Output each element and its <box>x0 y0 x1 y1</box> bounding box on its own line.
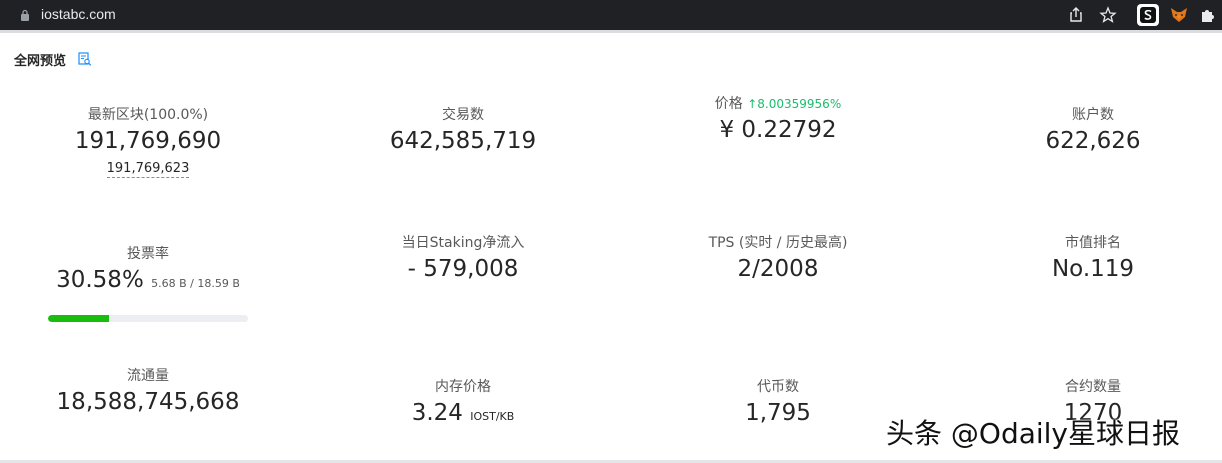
latest-block-value: 191,769,690 <box>74 128 222 154</box>
staking-inflow-label: 当日Staking净流入 <box>401 235 525 251</box>
tps-stat: TPS (实时 / 历史最高) 2/2008 <box>628 233 928 285</box>
accounts-value: 622,626 <box>1045 128 1141 154</box>
tps-value: 2/2008 <box>737 256 819 282</box>
circulating-supply-value: 18,588,745,668 <box>56 389 240 415</box>
price-stat: 价格 ↑8.00359956% ¥ 0.22792 <box>628 94 928 146</box>
market-rank-label: 市值排名 <box>1065 235 1121 251</box>
extension-s-icon[interactable] <box>1137 4 1159 26</box>
market-rank-value: No.119 <box>1051 256 1135 282</box>
tokens-stat: 代币数 1,795 <box>628 377 928 429</box>
vote-rate-progress-fill <box>48 315 110 322</box>
vote-rate-row: 30.58% 5.68 B / 18.59 B <box>0 264 298 296</box>
report-search-icon[interactable] <box>78 52 92 66</box>
metamask-fox-icon[interactable] <box>1168 4 1190 26</box>
ram-price-label: 内存价格 <box>435 379 491 395</box>
irreversible-block-link[interactable]: 191,769,623 <box>106 161 190 178</box>
vote-rate-detail: 5.68 B / 18.59 B <box>151 277 240 290</box>
price-label: 价格 <box>714 96 743 112</box>
vote-rate-stat: 投票率 30.58% 5.68 B / 18.59 B <box>0 244 298 296</box>
browser-address-bar: iostabc.com <box>0 0 1222 30</box>
staking-inflow-value: - 579,008 <box>407 256 519 282</box>
contracts-label: 合约数量 <box>1065 379 1121 395</box>
market-rank-stat: 市值排名 No.119 <box>943 233 1222 285</box>
share-icon[interactable] <box>1066 5 1086 25</box>
tokens-label: 代币数 <box>757 379 799 395</box>
section-title: 全网预览 <box>14 54 67 69</box>
price-change: ↑8.00359956% <box>747 97 842 111</box>
vote-rate-progress-bar <box>48 315 248 322</box>
url-text[interactable]: iostabc.com <box>41 6 116 22</box>
transactions-value: 642,585,719 <box>389 128 537 154</box>
vote-rate-value: 30.58% <box>56 267 144 293</box>
ram-price-value: 3.24 <box>411 400 463 426</box>
vote-rate-label: 投票率 <box>127 246 169 262</box>
transactions-stat: 交易数 642,585,719 <box>313 105 613 157</box>
ram-price-stat: 内存价格 3.24 IOST/KB <box>313 377 613 429</box>
extensions-puzzle-icon[interactable] <box>1198 5 1218 25</box>
circulating-supply-stat: 流通量 18,588,745,668 <box>0 366 298 418</box>
toolbar-divider <box>0 30 1222 33</box>
latest-block-label: 最新区块(100.0%) <box>87 107 209 123</box>
accounts-label: 账户数 <box>1072 107 1114 123</box>
watermark-text: 头条 @Odaily星球日报 <box>886 417 1181 450</box>
ram-price-unit: IOST/KB <box>470 410 515 423</box>
lock-icon <box>21 9 29 21</box>
staking-inflow-stat: 当日Staking净流入 - 579,008 <box>313 233 613 285</box>
tokens-value: 1,795 <box>745 400 811 426</box>
transactions-label: 交易数 <box>442 107 484 123</box>
price-label-row: 价格 ↑8.00359956% <box>628 94 928 114</box>
ram-price-row: 3.24 IOST/KB <box>313 397 613 429</box>
tps-label: TPS (实时 / 历史最高) <box>708 235 848 251</box>
bookmark-star-icon[interactable] <box>1098 5 1118 25</box>
price-value: ¥ 0.22792 <box>719 117 837 143</box>
accounts-stat: 账户数 622,626 <box>943 105 1222 157</box>
circulating-supply-label: 流通量 <box>127 368 169 384</box>
latest-block-stat: 最新区块(100.0%) 191,769,690 191,769,623 <box>0 105 298 178</box>
